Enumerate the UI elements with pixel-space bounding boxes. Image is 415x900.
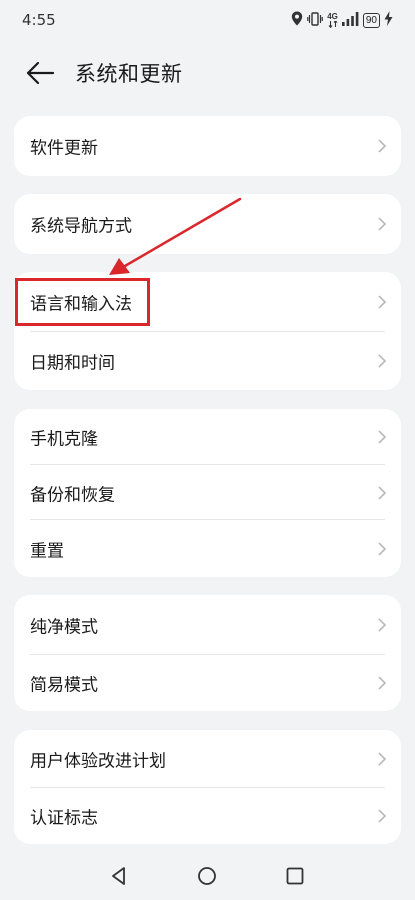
list-item-user-experience[interactable]: 用户体验改进计划 [14, 730, 401, 788]
chevron-right-icon [378, 809, 387, 823]
list-item-label: 纯净模式 [30, 617, 98, 638]
chevron-right-icon [378, 485, 387, 500]
list-item-label: 简易模式 [30, 675, 98, 696]
list-item-simple-mode[interactable]: 简易模式 [14, 655, 401, 711]
chevron-right-icon [378, 541, 387, 556]
navigation-bar [0, 850, 415, 900]
chevron-right-icon [378, 354, 387, 368]
list-item-label: 手机克隆 [30, 429, 98, 450]
list-item-label: 重置 [30, 541, 64, 561]
list-item-label: 认证标志 [30, 808, 98, 829]
settings-group-experience: 用户体验改进计划 认证标志 [14, 730, 401, 844]
list-item-backup-restore[interactable]: 备份和恢复 [14, 465, 401, 520]
settings-group-modes: 纯净模式 简易模式 [14, 595, 401, 711]
chevron-right-icon [378, 618, 387, 632]
list-item-certification[interactable]: 认证标志 [14, 788, 401, 844]
annotation-arrow-icon [109, 197, 242, 275]
list-item-date-time[interactable]: 日期和时间 [14, 332, 401, 390]
recents-square-icon[interactable] [284, 865, 306, 887]
list-item-pure-mode[interactable]: 纯净模式 [14, 595, 401, 655]
list-item-label: 备份和恢复 [30, 485, 115, 505]
chevron-right-icon [378, 430, 387, 444]
list-item-label: 用户体验改进计划 [30, 751, 166, 772]
home-circle-icon[interactable] [196, 865, 218, 887]
back-triangle-icon[interactable] [108, 865, 130, 887]
settings-group-backup: 手机克隆 备份和恢复 重置 [14, 409, 401, 577]
list-item-phone-clone[interactable]: 手机克隆 [14, 409, 401, 465]
chevron-right-icon [378, 752, 387, 766]
list-item-label: 日期和时间 [30, 353, 115, 374]
chevron-right-icon [378, 676, 387, 690]
list-item-reset[interactable]: 重置 [14, 520, 401, 577]
